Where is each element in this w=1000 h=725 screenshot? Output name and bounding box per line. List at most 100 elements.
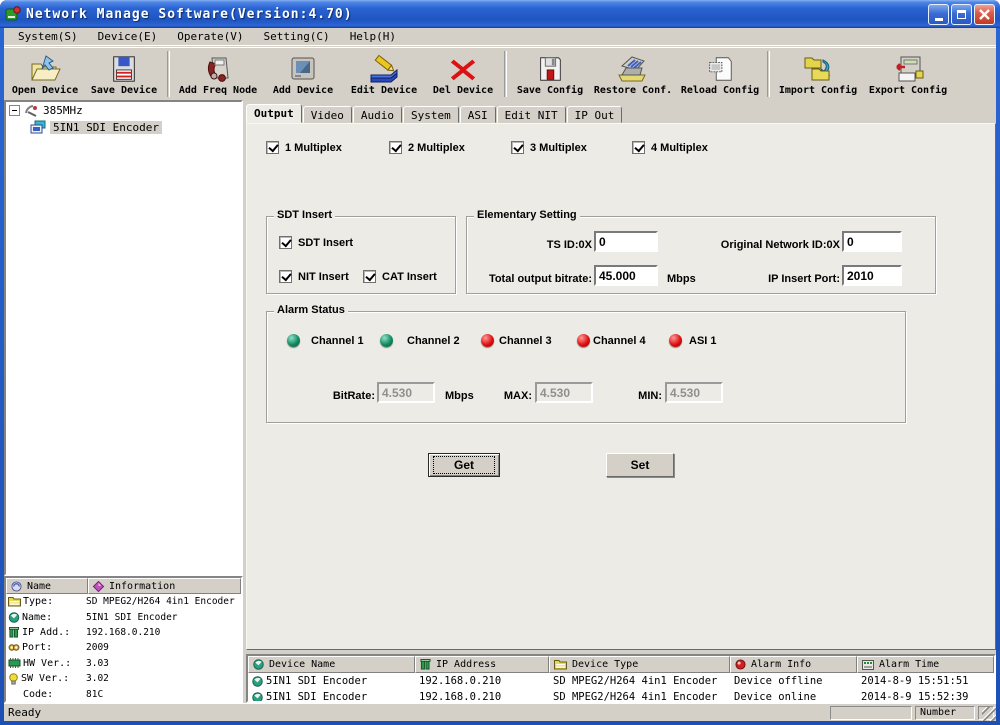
menu-operate[interactable]: Operate(V)	[167, 28, 253, 45]
set-button[interactable]: Set	[606, 453, 674, 477]
device-type-cell: SD MPEG2/H264 4in1 Encoder	[553, 675, 717, 687]
tree-node-encoder[interactable]: 5IN1 SDI Encoder	[30, 119, 241, 136]
sdt-insert-checkbox[interactable]: SDT Insert	[279, 236, 353, 249]
tab-system[interactable]: System	[403, 106, 459, 123]
multiplex-4-checkbox[interactable]: 4 Multiplex	[632, 141, 708, 154]
close-button[interactable]	[974, 4, 995, 25]
menu-system[interactable]: System(S)	[8, 28, 88, 45]
menu-help[interactable]: Help(H)	[340, 28, 406, 45]
del-device-button[interactable]: Del Device	[425, 49, 501, 99]
info-value: 3.02	[86, 673, 109, 684]
tab-ip-out[interactable]: IP Out	[567, 106, 623, 123]
alarm-info-column-header[interactable]: Alarm Info	[730, 656, 857, 673]
multiplex-1-checkbox[interactable]: 1 Multiplex	[266, 141, 342, 154]
info-label: HW Ver.:	[23, 658, 71, 669]
max-label: MAX:	[482, 390, 532, 402]
bitrate-input	[377, 382, 435, 403]
get-button-label: Get	[433, 456, 495, 474]
info-label: Type:	[23, 596, 53, 607]
tab-video[interactable]: Video	[303, 106, 352, 123]
encoder-node-icon	[30, 120, 46, 135]
tree-collapse-icon[interactable]	[9, 105, 20, 116]
save-device-button[interactable]: Save Device	[84, 49, 164, 99]
toolbar-button-label: Save Config	[517, 85, 583, 96]
device-info-panel: Name Information Type:	[4, 576, 243, 703]
ip-insert-port-input[interactable]	[842, 265, 902, 286]
info-value: 5IN1 SDI Encoder	[86, 612, 178, 623]
min-input	[665, 382, 723, 403]
tab-asi[interactable]: ASI	[460, 106, 496, 123]
checkbox-checked-icon[interactable]	[511, 141, 524, 154]
open-folder-icon	[29, 53, 61, 85]
multiplex-3-checkbox[interactable]: 3 Multiplex	[511, 141, 587, 154]
nit-insert-checkbox[interactable]: NIT Insert	[279, 270, 349, 283]
device-name-column-header[interactable]: Device Name	[248, 656, 415, 673]
info-value: 81C	[86, 689, 103, 700]
info-name-column-header[interactable]: Name	[6, 578, 88, 594]
checkbox-checked-icon[interactable]	[363, 270, 376, 283]
tab-edit-nit[interactable]: Edit NIT	[497, 106, 566, 123]
tree-node-freq[interactable]: 385MHz	[6, 102, 241, 119]
tab-audio[interactable]: Audio	[353, 106, 402, 123]
port-icon	[8, 642, 20, 653]
checkbox-checked-icon[interactable]	[632, 141, 645, 154]
led-label: Channel 1	[311, 335, 364, 347]
maximize-button[interactable]	[951, 4, 972, 25]
device-row-1[interactable]: 5IN1 SDI Encoder 192.168.0.210 SD MPEG2/…	[248, 673, 994, 689]
info-information-header-label: Information	[109, 581, 175, 592]
close-icon	[979, 9, 990, 20]
multiplex-2-checkbox[interactable]: 2 Multiplex	[389, 141, 465, 154]
add-device-button[interactable]: Add Device	[263, 49, 343, 99]
toolbar-button-label: Edit Device	[351, 85, 417, 96]
checkbox-checked-icon[interactable]	[266, 141, 279, 154]
import-config-button[interactable]: Import Config	[773, 49, 863, 99]
device-row-2[interactable]: 5IN1 SDI Encoder 192.168.0.210 SD MPEG2/…	[248, 689, 994, 703]
client-area: System(S) Device(E) Operate(V) Setting(C…	[4, 28, 996, 721]
reload-config-button[interactable]: Reload Config	[676, 49, 764, 99]
original-network-id-input[interactable]	[842, 231, 902, 252]
menu-device[interactable]: Device(E)	[88, 28, 168, 45]
checkbox-checked-icon[interactable]	[279, 236, 292, 249]
information-header-icon	[93, 581, 104, 592]
led-label: Channel 2	[407, 335, 460, 347]
cat-insert-checkbox[interactable]: CAT Insert	[363, 270, 437, 283]
app-window: Network Manage Software(Version:4.70) Sy…	[0, 0, 1000, 725]
reload-document-icon	[705, 53, 735, 85]
info-panel-header: Name Information	[6, 578, 241, 594]
ip-insert-port-label: IP Insert Port:	[627, 273, 840, 285]
save-config-button[interactable]: Save Config	[510, 49, 590, 99]
column-header-label: Device Name	[269, 659, 335, 670]
checkbox-checked-icon[interactable]	[389, 141, 402, 154]
info-label: Code:	[23, 689, 53, 700]
alarm-info-cell: Device online	[734, 691, 816, 703]
channel-1-led-green	[287, 334, 300, 347]
info-label: Name:	[22, 612, 52, 623]
alarm-time-column-header[interactable]: Alarm Time	[857, 656, 994, 673]
resize-grip[interactable]	[982, 707, 996, 721]
restore-conf-button[interactable]: Restore Conf.	[590, 49, 676, 99]
info-information-column-header[interactable]: Information	[88, 578, 241, 594]
titlebar[interactable]: Network Manage Software(Version:4.70)	[0, 0, 1000, 28]
ip-address-column-header[interactable]: IP Address	[415, 656, 549, 673]
restore-scanner-icon	[616, 53, 650, 85]
device-type-column-header[interactable]: Device Type	[549, 656, 730, 673]
add-freq-node-button[interactable]: Add Freq Node	[173, 49, 263, 99]
minimize-button[interactable]	[928, 4, 949, 25]
column-header-label: Device Type	[572, 659, 638, 670]
edit-device-button[interactable]: Edit Device	[343, 49, 425, 99]
tab-output[interactable]: Output	[246, 104, 302, 123]
info-label: SW Ver.:	[21, 673, 69, 684]
device-row-icon	[252, 676, 263, 687]
toolbar-separator	[767, 51, 770, 97]
ip-address-header-icon	[420, 659, 431, 670]
status-ready-text: Ready	[8, 706, 41, 719]
sdt-insert-group: SDT Insert SDT Insert NIT Insert CAT Ins…	[266, 216, 456, 294]
group-title: Alarm Status	[274, 304, 348, 316]
get-button[interactable]: Get	[428, 453, 500, 477]
export-config-button[interactable]: Export Config	[863, 49, 953, 99]
menu-setting[interactable]: Setting(C)	[253, 28, 339, 45]
open-device-button[interactable]: Open Device	[6, 49, 84, 99]
app-icon	[5, 6, 21, 22]
checkbox-checked-icon[interactable]	[279, 270, 292, 283]
device-table-header: Device Name IP Address Device Type	[248, 656, 994, 673]
